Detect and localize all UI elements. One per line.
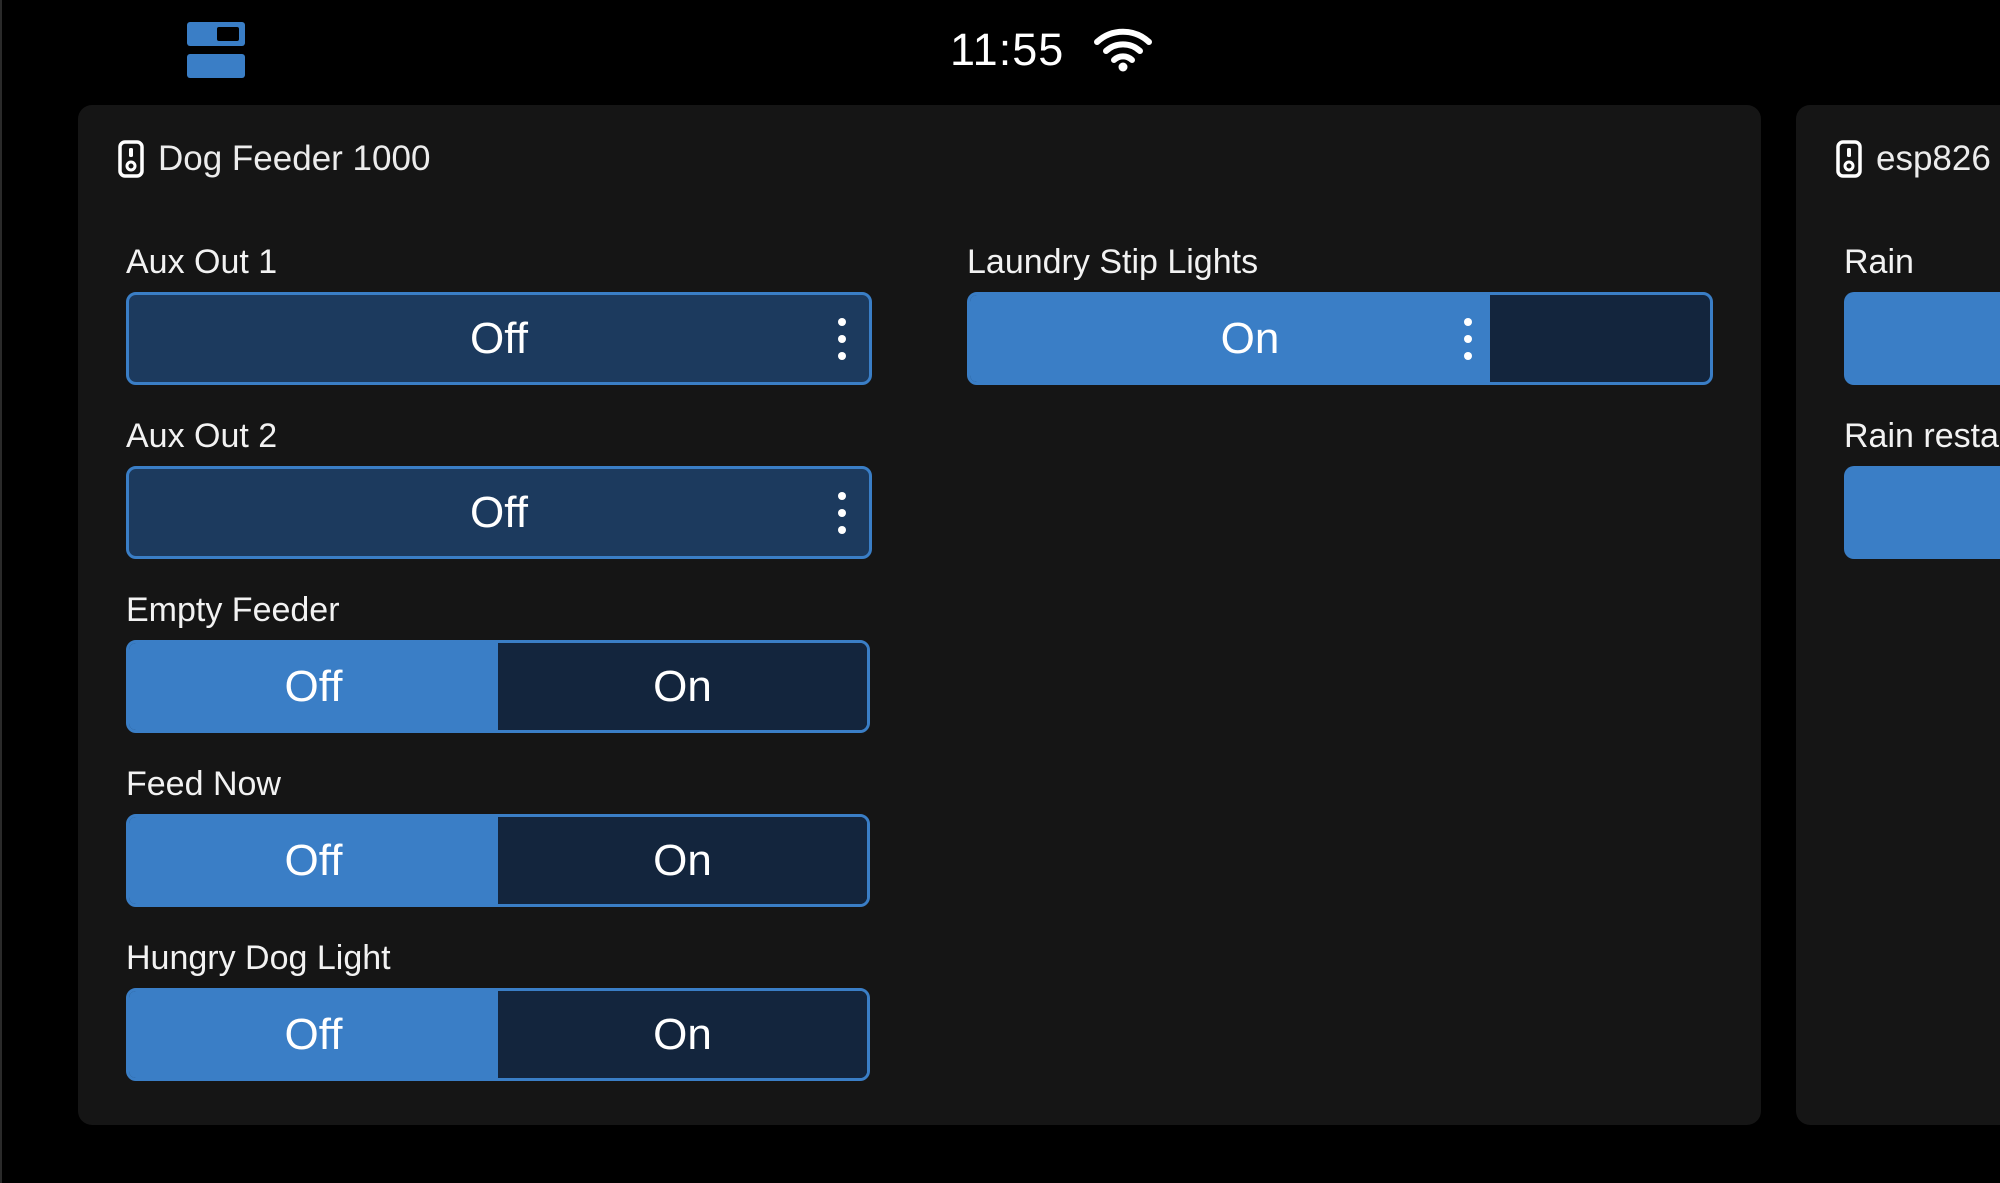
device-remote-icon — [118, 140, 144, 178]
screen-edge — [0, 0, 2, 1183]
hungry-dog-light-toggle: Off On — [126, 988, 870, 1081]
status-clock: 11:55 — [950, 24, 1065, 75]
card-title: Dog Feeder 1000 — [158, 139, 431, 178]
button-state: Off — [470, 487, 528, 537]
device-card-dog-feeder: Dog Feeder 1000 Aux Out 1 Off Aux Out 2 … — [78, 105, 1761, 1125]
toggle-on-segment[interactable]: On — [498, 643, 867, 730]
card-title: esp826 — [1876, 139, 1991, 178]
layout-toggle-icon[interactable] — [187, 22, 245, 78]
rain-restart-button[interactable] — [1844, 466, 2000, 559]
dashboard-screen: 11:55 Dog Feeder 1000 Aux Out 1 Off Aux … — [0, 0, 2000, 1183]
entity-label-rain: Rain — [1844, 243, 1914, 281]
device-card-esp826: esp826 Rain Rain resta — [1796, 105, 2000, 1125]
feed-now-toggle: Off On — [126, 814, 870, 907]
card-header: Dog Feeder 1000 — [118, 139, 430, 179]
more-options-icon[interactable] — [1463, 317, 1473, 361]
laundry-lights-state[interactable]: On — [970, 295, 1490, 382]
entity-label-feed-now: Feed Now — [126, 765, 281, 803]
device-remote-icon — [1836, 140, 1862, 178]
entity-label-laundry-strip-lights: Laundry Stip Lights — [967, 243, 1259, 281]
more-options-icon[interactable] — [837, 317, 847, 361]
entity-label-aux-out-1: Aux Out 1 — [126, 243, 278, 281]
toggle-on-segment[interactable]: On — [498, 817, 867, 904]
rain-button[interactable] — [1844, 292, 2000, 385]
card-header: esp826 — [1836, 139, 1991, 179]
entity-label-empty-feeder: Empty Feeder — [126, 591, 340, 629]
entity-label-aux-out-2: Aux Out 2 — [126, 417, 278, 455]
more-options-icon[interactable] — [837, 491, 847, 535]
aux-out-1-button[interactable]: Off — [126, 292, 872, 385]
button-state: Off — [470, 313, 528, 363]
wifi-icon — [1094, 28, 1152, 72]
button-state: On — [1220, 313, 1280, 363]
aux-out-2-button[interactable]: Off — [126, 466, 872, 559]
toggle-on-segment[interactable]: On — [498, 991, 867, 1078]
entity-label-hungry-dog-light: Hungry Dog Light — [126, 939, 391, 977]
empty-feeder-toggle: Off On — [126, 640, 870, 733]
toggle-off-segment[interactable]: Off — [129, 991, 498, 1078]
entity-label-rain-restart: Rain resta — [1844, 417, 1999, 455]
laundry-lights-button[interactable]: On — [967, 292, 1713, 385]
toggle-off-segment[interactable]: Off — [129, 817, 498, 904]
toggle-off-segment[interactable]: Off — [129, 643, 498, 730]
